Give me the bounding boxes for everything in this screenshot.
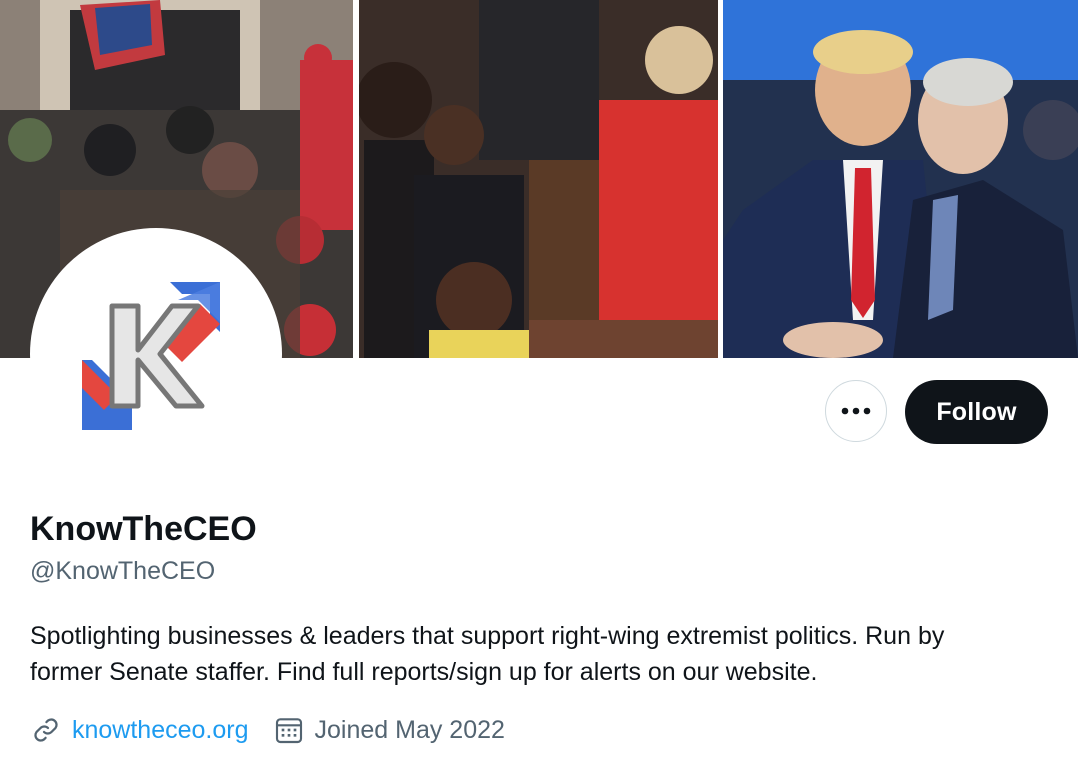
profile-bio: Spotlighting businesses & leaders that s… [30, 618, 1050, 690]
profile-joined-date: Joined May 2022 [314, 715, 505, 744]
profile-bio-line: Spotlighting businesses & leaders that s… [30, 622, 945, 650]
knowtheceo-logo-icon [82, 282, 220, 430]
profile-bio-line: former Senate staffer. Find full reports… [30, 658, 818, 686]
banner-photo-politicians-embrace [723, 0, 1078, 358]
follow-button-label: Follow [936, 397, 1017, 426]
profile-handle: @KnowTheCEO [30, 557, 216, 585]
profile-avatar[interactable] [30, 228, 282, 480]
link-icon [30, 714, 62, 746]
profile-meta: knowtheceo.org Joined May 2022 [30, 710, 505, 750]
more-options-button[interactable] [825, 380, 887, 442]
follow-button[interactable]: Follow [905, 380, 1048, 444]
banner-photo-house-chamber [359, 0, 718, 358]
calendar-icon [273, 714, 305, 746]
profile-website-link[interactable]: knowtheceo.org [72, 716, 249, 745]
more-horizontal-icon [841, 407, 871, 415]
profile-display-name: KnowTheCEO [30, 510, 257, 548]
